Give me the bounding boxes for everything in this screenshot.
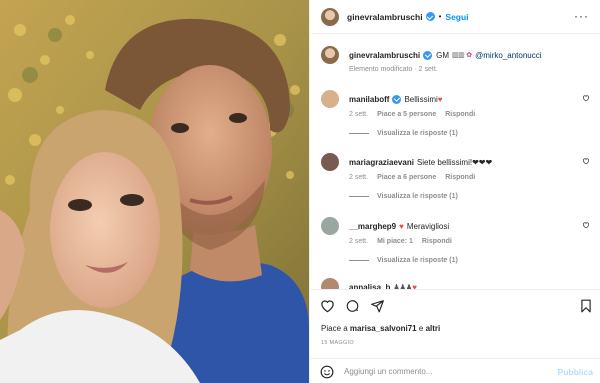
publish-button[interactable]: Pubblica [558, 367, 593, 377]
comment-like-icon[interactable] [582, 94, 590, 102]
comment-avatar[interactable] [321, 153, 339, 171]
post-actions: Piace a marisa_salvoni71 e altri 15 MAGG… [310, 289, 600, 383]
comment-meta: 2 sett. Piace a 6 persone Rispondi [349, 174, 596, 181]
comment-text: Bellissimi [404, 94, 438, 104]
reply-button[interactable]: Rispondi [445, 111, 475, 118]
comment-time: 2 sett. [349, 238, 369, 245]
post-photo-illustration [0, 0, 309, 383]
caption: ginevralambruschi GM ▥▥ ✿ @mirko_antonuc… [321, 46, 596, 73]
view-replies-label: Visualizza le risposte (1) [377, 193, 458, 200]
follow-button[interactable]: Segui [445, 12, 468, 22]
comment-input[interactable] [344, 367, 539, 376]
likes-others-link[interactable]: altri [426, 324, 441, 333]
likes-suffix: e [418, 324, 424, 333]
comment-like-icon[interactable] [582, 157, 590, 165]
heart-emoji-icon: ♥ [412, 282, 417, 290]
likes-summary: Piace a marisa_salvoni71 e altri [321, 324, 440, 333]
comment-item: mariagraziaevani Siete bellissimi!❤❤❤ 2 … [321, 153, 596, 200]
add-comment-bar: Pubblica [310, 358, 600, 383]
heart-emoji-icon: ♥ [399, 221, 404, 231]
caption-meta: Elemento modificato · 2 sett. [349, 66, 596, 73]
heart-emoji-icon: ♥ [437, 94, 443, 104]
view-replies-button[interactable]: Visualizza le risposte (1) [349, 193, 596, 200]
author-username[interactable]: ginevralambruschi [347, 12, 423, 22]
view-replies-label: Visualizza le risposte (1) [377, 257, 458, 264]
comment-time: 2 sett. [349, 174, 369, 181]
caption-username[interactable]: ginevralambruschi [349, 50, 420, 61]
comment-username[interactable]: annalisa_b [349, 282, 390, 290]
bookmark-icon[interactable] [580, 299, 592, 313]
view-replies-button[interactable]: Visualizza le risposte (1) [349, 130, 596, 137]
comment-like-icon[interactable] [582, 221, 590, 229]
view-replies-label: Visualizza le risposte (1) [377, 130, 458, 137]
post-sidebar: ginevralambruschi • Segui ··· ginevralam… [309, 0, 600, 383]
emoji-icon[interactable] [320, 365, 334, 379]
likes-user-link[interactable]: marisa_salvoni71 [350, 324, 417, 333]
comment-username[interactable]: manilaboff [349, 94, 389, 105]
bookmark-button[interactable] [580, 299, 592, 313]
comment-avatar[interactable] [321, 90, 339, 108]
verified-badge-icon [392, 94, 402, 104]
comment-emoji-icon: ♟♟♟ [393, 283, 413, 290]
comment-icon[interactable] [345, 299, 360, 313]
likes-prefix: Piace a [321, 324, 348, 333]
comment-text: Siete bellissimi!❤❤❤ [416, 157, 493, 167]
more-options-icon[interactable]: ··· [574, 10, 589, 22]
caption-text: GM [436, 50, 450, 60]
comments-list[interactable]: ginevralambruschi GM ▥▥ ✿ @mirko_antonuc… [310, 35, 600, 289]
comment-avatar[interactable] [321, 217, 339, 235]
comment-meta: 2 sett. Piace a 5 persone Rispondi [349, 111, 596, 118]
replies-divider [349, 133, 369, 134]
comment-item: __marghep9 ♥ Meravigliosi 2 sett. Mi pia… [321, 217, 596, 264]
caption-emoji-icon: ✿ [466, 51, 473, 59]
view-replies-button[interactable]: Visualizza le risposte (1) [349, 257, 596, 264]
replies-divider [349, 260, 369, 261]
header-separator: • [438, 12, 442, 21]
comment-text: Meravigliosi [406, 221, 450, 231]
comment-item: manilaboff Bellissimi ♥ 2 sett. Piace a … [321, 90, 596, 137]
like-icon[interactable] [320, 299, 335, 313]
share-icon[interactable] [370, 299, 385, 313]
comment-username[interactable]: mariagraziaevani [349, 157, 414, 168]
caption-emoji-icon: ▥▥ [452, 51, 465, 59]
comment-item: annalisa_b ♟♟♟ ♥ [321, 278, 596, 289]
caption-edited-label: Elemento modificato · 2 sett. [349, 66, 438, 73]
author-avatar[interactable] [321, 46, 339, 64]
comment-likes[interactable]: Piace a 6 persone [377, 174, 436, 181]
comment-username[interactable]: __marghep9 [349, 221, 396, 232]
caption-mention[interactable]: @mirko_antonucci [475, 50, 541, 61]
verified-badge-icon [423, 50, 433, 60]
post-header: ginevralambruschi • Segui ··· [310, 0, 600, 34]
comment-meta: 2 sett. Mi piace: 1 Rispondi [349, 238, 596, 245]
reply-button[interactable]: Rispondi [445, 174, 475, 181]
verified-badge-icon [425, 12, 435, 21]
comment-likes[interactable]: Mi piace: 1 [377, 238, 413, 245]
action-icons [320, 299, 385, 313]
replies-divider [349, 196, 369, 197]
post-photo[interactable] [0, 0, 309, 383]
comment-likes[interactable]: Piace a 5 persone [377, 111, 436, 118]
author-avatar[interactable] [321, 7, 339, 26]
reply-button[interactable]: Rispondi [422, 238, 452, 245]
comment-avatar[interactable] [321, 278, 339, 289]
post-date[interactable]: 15 MAGGIO [321, 340, 354, 346]
comment-time: 2 sett. [349, 111, 369, 118]
